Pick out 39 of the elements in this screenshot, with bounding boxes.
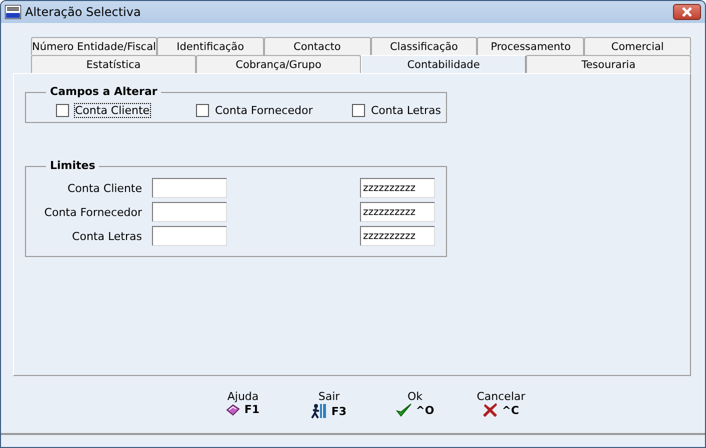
toolbar-button[interactable]: Cancelar ^C xyxy=(476,390,526,432)
close-icon xyxy=(681,7,693,17)
field-label: Conta Letras xyxy=(71,230,142,242)
checkmark-icon xyxy=(396,403,412,417)
tab[interactable]: Tesouraria xyxy=(526,55,691,73)
exit-door-icon xyxy=(311,403,328,419)
input-field[interactable] xyxy=(152,202,227,222)
tab[interactable]: Estatística xyxy=(31,55,196,73)
group-title: Campos a Alterar xyxy=(46,85,162,98)
app-icon xyxy=(5,5,21,19)
checkbox-label[interactable]: Conta Fornecedor xyxy=(215,104,313,117)
window-title: Alteração Selectiva xyxy=(25,5,142,19)
group-title: Limites xyxy=(46,159,100,172)
checkbox-label[interactable]: Conta Letras xyxy=(371,104,441,117)
input-field[interactable] xyxy=(152,178,227,198)
field-label: Conta Cliente xyxy=(66,182,142,194)
toolbar-button[interactable]: Ok ^O xyxy=(390,390,440,432)
input-field[interactable]: zzzzzzzzzz xyxy=(360,226,435,246)
input-field[interactable]: zzzzzzzzzz xyxy=(360,202,435,222)
toolbar-button[interactable]: Sair F3 xyxy=(304,390,354,432)
field-label: Conta Fornecedor xyxy=(43,206,142,218)
tab[interactable]: Número Entidade/Fiscal xyxy=(31,37,157,55)
tab[interactable]: Comercial xyxy=(584,37,691,55)
tab[interactable]: Cobrança/Grupo xyxy=(196,55,361,73)
book-icon xyxy=(226,404,240,416)
cross-icon xyxy=(482,403,498,417)
checkbox[interactable] xyxy=(196,104,209,117)
checkbox[interactable] xyxy=(352,104,365,117)
tab[interactable]: Classificação xyxy=(370,37,478,55)
checkbox-label[interactable]: Conta Cliente xyxy=(75,104,150,117)
toolbar-button[interactable]: Ajuda F1 xyxy=(218,390,268,432)
checkbox[interactable] xyxy=(56,104,69,117)
input-field[interactable] xyxy=(152,226,227,246)
tab[interactable]: Identificação xyxy=(156,37,264,55)
tab[interactable]: Contacto xyxy=(264,37,371,55)
close-button[interactable] xyxy=(673,4,701,20)
input-field[interactable]: zzzzzzzzzz xyxy=(360,178,435,198)
tab[interactable]: Contabilidade xyxy=(361,55,526,73)
tab[interactable]: Processamento xyxy=(477,37,584,55)
